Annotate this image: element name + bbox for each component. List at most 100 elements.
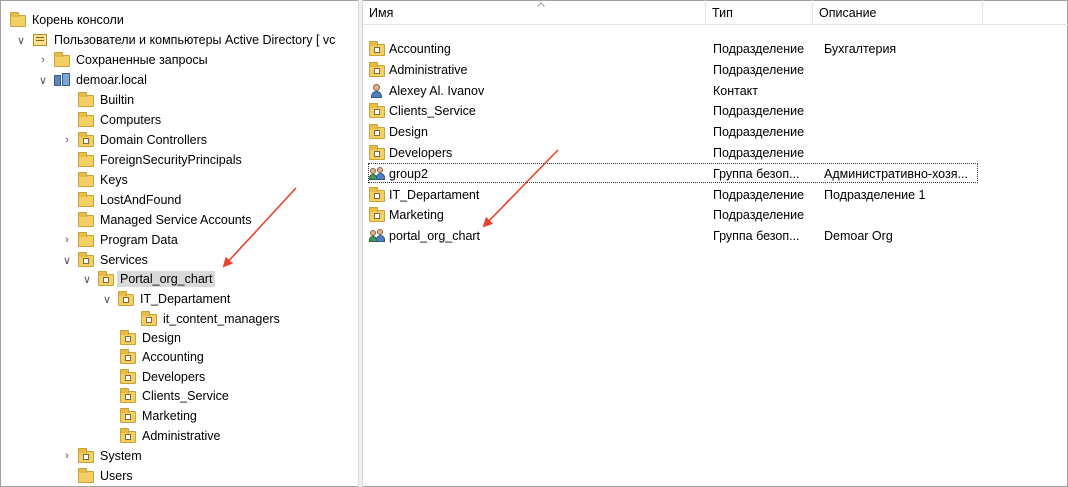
ou-icon [120, 388, 136, 403]
ou-icon [98, 271, 114, 286]
column-header-label: Описание [819, 6, 877, 20]
list-row[interactable]: Design Подразделение [363, 121, 1068, 142]
chevron-down-icon[interactable]: ∨ [80, 269, 94, 289]
list-row[interactable]: portal_org_chart Группа безоп... Demoar Or… [363, 225, 1068, 246]
list-row[interactable]: Alexey Al. Ivanov Контакт [363, 80, 1068, 101]
tree-item-administrative[interactable]: Administrative [120, 426, 221, 446]
tree-item-label: Сохраненные запросы [76, 53, 208, 67]
tree-item-domain-controllers[interactable]: › Domain Controllers [60, 130, 207, 150]
tree-item-domain[interactable]: ∨ demoar.local [36, 70, 147, 90]
tree-item-developers[interactable]: Developers [120, 367, 205, 387]
cell-description: Бухгалтерия [824, 42, 897, 56]
tree-item-design[interactable]: Design [120, 328, 181, 348]
tree-item-accounting[interactable]: Accounting [120, 347, 204, 367]
folder-icon [78, 192, 94, 207]
ou-icon [118, 291, 134, 306]
tree-item-console-root[interactable]: Корень консоли [10, 10, 124, 30]
list-row[interactable]: Clients_Service Подразделение [363, 100, 1068, 121]
tree-item-label: Marketing [142, 409, 197, 423]
chevron-right-icon[interactable]: › [60, 230, 74, 250]
folder-icon [78, 112, 94, 127]
tree-item-marketing[interactable]: Marketing [120, 406, 197, 426]
list-row[interactable]: IT_Departament Подразделение Подразделение… [363, 184, 1068, 205]
tree-item-services[interactable]: ∨ Services [60, 250, 148, 270]
chevron-down-icon[interactable]: ∨ [100, 289, 114, 309]
ou-icon [369, 40, 385, 56]
row-name: group2 [389, 166, 428, 181]
ou-icon [369, 206, 385, 222]
folder-icon [78, 232, 94, 247]
tree-item-msa[interactable]: Managed Service Accounts [78, 210, 251, 230]
details-list[interactable]: Имя Тип Описание Accounting Подразделение… [363, 0, 1068, 487]
cell-name: Clients_Service [369, 100, 705, 121]
list-row[interactable]: Administrative Подразделение [363, 59, 1068, 80]
cell-name: IT_Departament [369, 184, 705, 205]
column-header-label: Имя [369, 6, 394, 20]
tree-item-users[interactable]: Users [78, 466, 133, 486]
cell-description: Demoar Org [824, 229, 893, 243]
chevron-right-icon[interactable]: › [36, 50, 50, 70]
tree-item-saved-queries[interactable]: › Сохраненные запросы [36, 50, 208, 70]
list-row[interactable]: Marketing Подразделение [363, 204, 1068, 225]
chevron-down-icon[interactable]: ∨ [14, 30, 28, 50]
console-icon [32, 33, 48, 47]
tree-item-it-departament[interactable]: ∨ IT_Departament [100, 289, 230, 309]
tree-item-label: Keys [100, 173, 128, 187]
cell-name: group2 [369, 163, 705, 184]
tree-item-builtin[interactable]: Builtin [78, 90, 134, 110]
tree-item-label: Builtin [100, 93, 135, 107]
tree-item-aduc[interactable]: ∨ Пользователи и компьютеры Active Direc… [14, 30, 335, 50]
tree-item-label: LostAndFound [100, 193, 182, 207]
tree-item-label: System [100, 449, 142, 463]
chevron-right-icon[interactable]: › [60, 130, 74, 150]
tree-item-label: Domain Controllers [100, 133, 207, 147]
chevron-down-icon[interactable]: ∨ [36, 70, 50, 90]
tree-item-it-content-managers[interactable]: it_content_managers [141, 309, 280, 329]
chevron-right-icon[interactable]: › [60, 446, 74, 466]
row-name: portal_org_chart [389, 228, 481, 243]
row-name: Developers [389, 145, 453, 160]
cell-description [824, 100, 994, 121]
list-row[interactable]: Accounting Подразделение Бухгалтерия [363, 38, 1068, 59]
tree-item-lostandfound[interactable]: LostAndFound [78, 190, 181, 210]
cell-type: Подразделение [713, 188, 805, 202]
console-tree[interactable]: Корень консоли ∨ Пользователи и компьюте… [0, 0, 358, 487]
folder-icon [78, 152, 94, 167]
tree-item-label: Program Data [100, 233, 178, 247]
cell-name: portal_org_chart [369, 225, 705, 246]
tree-item-program-data[interactable]: › Program Data [60, 230, 178, 250]
row-name: Alexey Al. Ivanov [389, 83, 485, 98]
cell-name: Accounting [369, 38, 705, 59]
tree-item-clients-service[interactable]: Clients_Service [120, 386, 229, 406]
cell-description [824, 204, 994, 225]
cell-type: Подразделение [713, 146, 805, 160]
tree-item-label: Managed Service Accounts [100, 213, 252, 227]
cell-description: Административно-хозя... [824, 167, 968, 181]
ou-icon [120, 428, 136, 443]
chevron-down-icon[interactable]: ∨ [60, 250, 74, 270]
column-header-description[interactable]: Описание [813, 0, 983, 24]
column-header-type[interactable]: Тип [706, 0, 813, 24]
tree-item-label: Services [100, 253, 148, 267]
column-header-name[interactable]: Имя [363, 0, 706, 24]
tree-item-fsp[interactable]: ForeignSecurityPrincipals [78, 150, 242, 170]
tree-item-system[interactable]: › System [60, 446, 142, 466]
tree-item-label: Design [142, 331, 181, 345]
tree-item-portal-org-chart[interactable]: ∨ Portal_org_chart [80, 269, 216, 289]
ou-icon [120, 330, 136, 345]
ou-icon [141, 311, 157, 326]
tree-item-computers[interactable]: Computers [78, 110, 161, 130]
ou-icon [369, 144, 385, 160]
ou-icon [369, 61, 385, 77]
list-row[interactable]: group2 Группа безоп... Административно-хоз… [363, 163, 1068, 184]
cell-description: Подразделение 1 [824, 188, 926, 202]
group-icon [369, 166, 385, 181]
cell-name: Design [369, 121, 705, 142]
cell-type: Подразделение [713, 63, 805, 77]
folder-icon [78, 92, 94, 107]
contact-icon [369, 83, 385, 98]
list-row[interactable]: Developers Подразделение [363, 142, 1068, 163]
tree-item-keys[interactable]: Keys [78, 170, 128, 190]
tree-item-label: demoar.local [76, 73, 147, 87]
tree-item-label: Portal_org_chart [117, 271, 216, 287]
